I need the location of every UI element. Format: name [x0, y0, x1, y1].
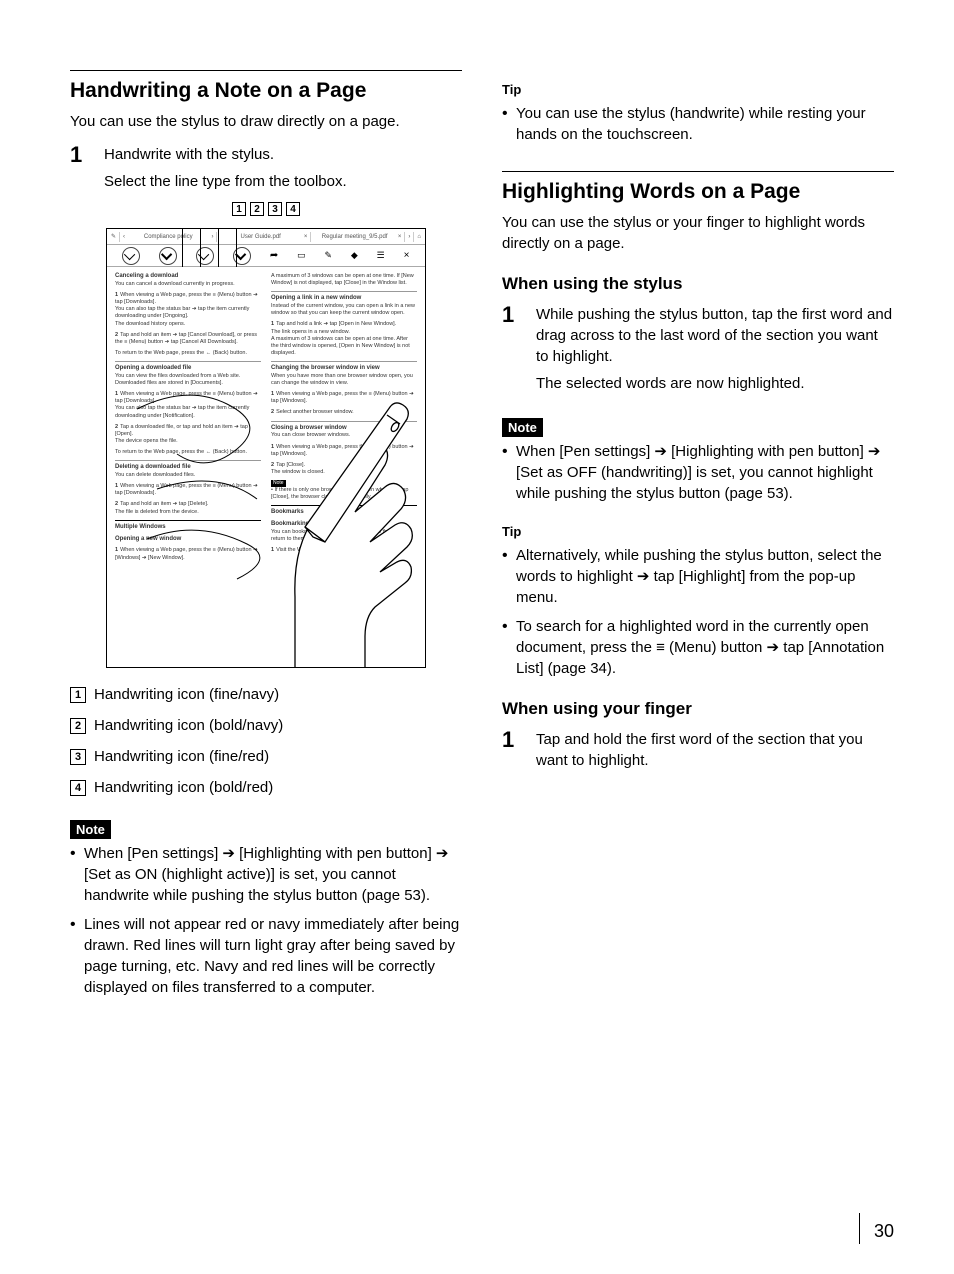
tip-item: You can use the stylus (handwrite) while… [502, 103, 894, 145]
step-number: 1 [70, 144, 88, 198]
close-icon: × [398, 234, 402, 240]
pen-fine-red-icon [196, 247, 214, 265]
subhead-stylus: When using the stylus [502, 274, 894, 294]
intro-highlighting: You can use the stylus or your finger to… [502, 212, 894, 254]
back-icon: ‹ [123, 234, 125, 240]
heading-highlighting: Highlighting Words on a Page [502, 171, 894, 204]
close-tool-icon: × [404, 250, 410, 261]
pen-bold-navy-icon [159, 247, 177, 265]
figure-callouts: 1 2 3 4 [106, 202, 426, 216]
note-item: Lines will not appear red or navy immedi… [70, 914, 462, 998]
step-1-handwriting: 1 Handwrite with the stylus. Select the … [70, 144, 462, 198]
legend-item: 2Handwriting icon (bold/navy) [70, 717, 462, 734]
tab-label: Regular meeting_9/5.pdf [314, 234, 394, 240]
step-text: Tap and hold the first word of the secti… [536, 729, 894, 771]
pen-fine-navy-icon [122, 247, 140, 265]
callout-1: 1 [232, 202, 246, 216]
step-1-stylus: 1 While pushing the stylus button, tap t… [502, 304, 894, 400]
page-number: 30 [859, 1213, 894, 1244]
step-number: 1 [502, 729, 520, 777]
tab-label: Compliance policy [128, 234, 208, 240]
tip-label: Tip [502, 80, 521, 99]
toc-icon: ☰ [377, 250, 385, 261]
tip-item: Alternatively, while pushing the stylus … [502, 545, 894, 608]
fwd-icon: › [211, 234, 213, 240]
figure-page-content: Canceling a downloadYou can cancel a dow… [107, 267, 425, 657]
step-text: The selected words are now highlighted. [536, 373, 894, 394]
close-icon: × [304, 234, 308, 240]
subhead-finger: When using your finger [502, 699, 894, 719]
step-1-finger: 1 Tap and hold the first word of the sec… [502, 729, 894, 777]
callout-2: 2 [250, 202, 264, 216]
figure-tabbar: ✎ ‹ Compliance policy › User Guide.pdf ×… [107, 229, 425, 245]
fwd-icon: › [408, 234, 410, 240]
figure-toolbox: ➦ ▭ ✎ ◆ ☰ × [107, 245, 425, 267]
legend-item: 4Handwriting icon (bold/red) [70, 779, 462, 796]
legend-item: 3Handwriting icon (fine/red) [70, 748, 462, 765]
step-number: 1 [502, 304, 520, 400]
note-item: When [Pen settings] ➔ [Highlighting with… [502, 441, 894, 504]
marker-icon: ✎ [324, 250, 332, 261]
eraser-icon: ➦ [270, 250, 278, 261]
step-text: Handwrite with the stylus. [104, 144, 347, 165]
note-label: Note [502, 418, 543, 437]
legend-item: 1Handwriting icon (fine/navy) [70, 686, 462, 703]
intro-handwriting: You can use the stylus to draw directly … [70, 111, 462, 132]
step-text: While pushing the stylus button, tap the… [536, 304, 894, 367]
tip-label: Tip [502, 522, 521, 541]
figure-device: ✎ ‹ Compliance policy › User Guide.pdf ×… [106, 228, 426, 668]
step-text: Select the line type from the toolbox. [104, 171, 347, 192]
tip-item: To search for a highlighted word in the … [502, 616, 894, 679]
heading-handwriting: Handwriting a Note on a Page [70, 70, 462, 103]
tab-label: User Guide.pdf [220, 234, 300, 240]
note-label: Note [70, 820, 111, 839]
highlight-icon: ◆ [351, 250, 358, 261]
callout-3: 3 [268, 202, 282, 216]
callout-4: 4 [286, 202, 300, 216]
home-icon: ⌂ [417, 234, 421, 240]
note-icon: ▭ [297, 250, 306, 261]
note-item: When [Pen settings] ➔ [Highlighting with… [70, 843, 462, 906]
pen-icon: ✎ [111, 233, 116, 240]
